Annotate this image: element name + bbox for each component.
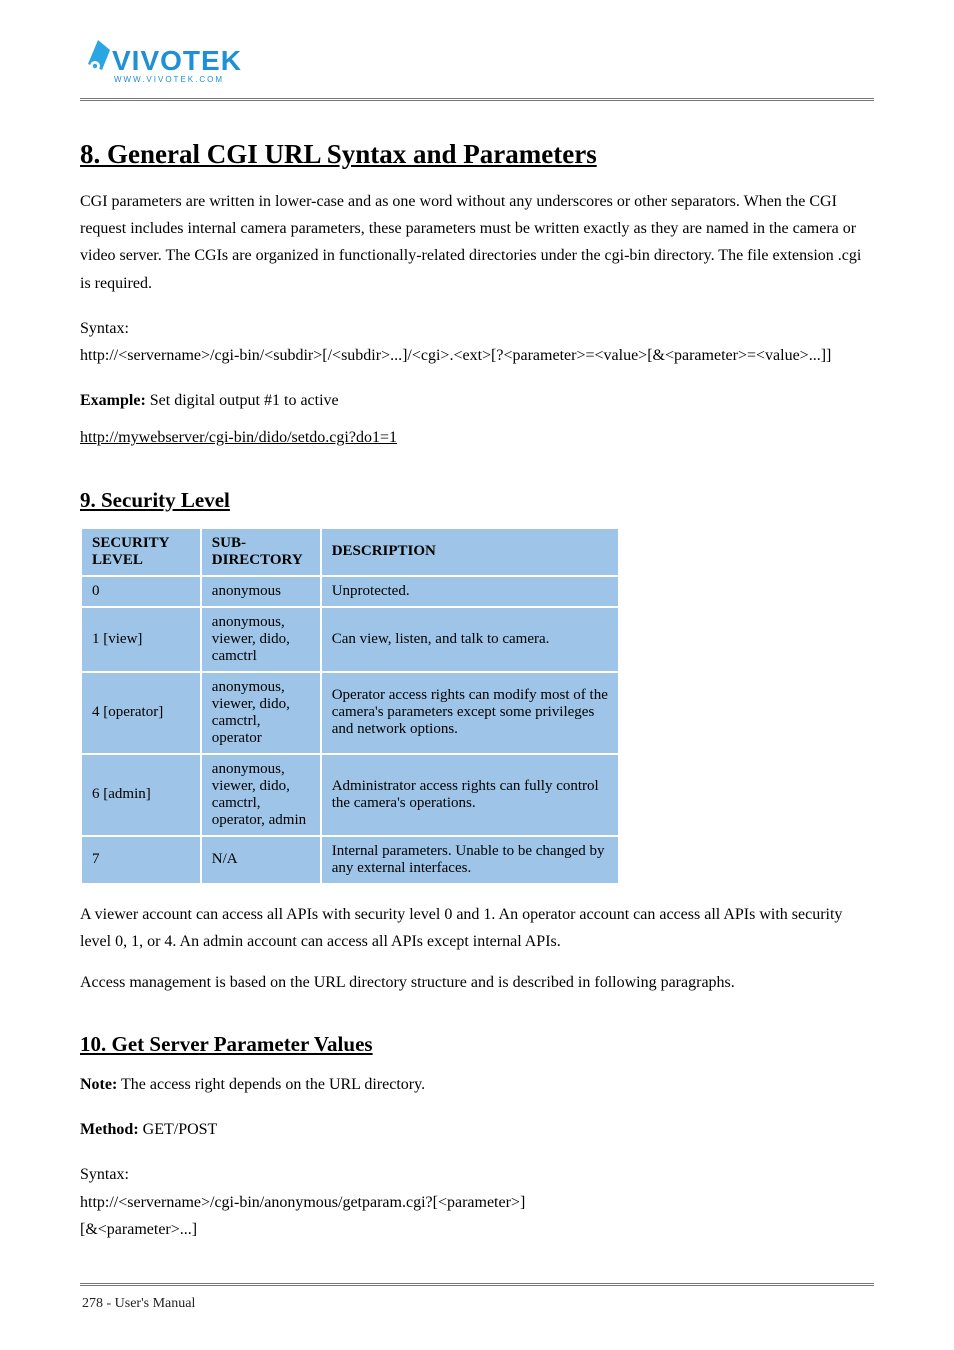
table-cell: 0: [81, 576, 201, 607]
table-cell: anonymous, viewer, dido, camctrl: [201, 607, 321, 672]
method-text: GET/POST: [139, 1121, 218, 1138]
method-line: Method: GET/POST: [80, 1116, 874, 1143]
table-cell: anonymous, viewer, dido, camctrl, operat…: [201, 672, 321, 754]
table-cell: 1 [view]: [81, 607, 201, 672]
note-label: Note:: [80, 1076, 117, 1093]
note-text: The access right depends on the URL dire…: [117, 1076, 425, 1093]
security-table: SECURITY LEVEL SUB-DIRECTORY DESCRIPTION…: [80, 527, 874, 885]
method-label: Method:: [80, 1121, 139, 1138]
syntax-text: http://<servername>/cgi-bin/<subdir>[/<s…: [80, 342, 874, 369]
footer-left: 278 - User's Manual: [82, 1296, 195, 1312]
table-cell: Internal parameters. Unable to be change…: [321, 836, 619, 884]
example-line: Example: Set digital output #1 to active: [80, 387, 874, 414]
example-link[interactable]: http://mywebserver/cgi-bin/dido/setdo.cg…: [80, 429, 397, 446]
th-sub-directory: SUB-DIRECTORY: [201, 528, 321, 576]
example-url: http://mywebserver/cgi-bin/dido/setdo.cg…: [80, 424, 874, 451]
syntax2a: http://<servername>/cgi-bin/anonymous/ge…: [80, 1189, 874, 1216]
example-label: Example:: [80, 392, 146, 409]
syntax-label: Syntax:: [80, 315, 874, 342]
table-header-row: SECURITY LEVEL SUB-DIRECTORY DESCRIPTION: [81, 528, 619, 576]
table-row: 6 [admin]anonymous, viewer, dido, camctr…: [81, 754, 619, 836]
syntax2-label: Syntax:: [80, 1161, 874, 1188]
syntax2b: [&<parameter>...]: [80, 1216, 874, 1243]
table-cell: Unprotected.: [321, 576, 619, 607]
page-footer: 278 - User's Manual: [80, 1296, 874, 1312]
th-description: DESCRIPTION: [321, 528, 619, 576]
th-security-level: SECURITY LEVEL: [81, 528, 201, 576]
table-cell: Administrator access rights can fully co…: [321, 754, 619, 836]
access-note: Access management is based on the URL di…: [80, 969, 874, 996]
table-cell: N/A: [201, 836, 321, 884]
table-cell: anonymous: [201, 576, 321, 607]
h2-get-server-params: 10. Get Server Parameter Values: [80, 1032, 874, 1057]
h1-cgi-syntax: 8. General CGI URL Syntax and Parameters: [80, 139, 874, 170]
intro-paragraph: CGI parameters are written in lower-case…: [80, 188, 874, 297]
table-cell: 7: [81, 836, 201, 884]
example-desc: Set digital output #1 to active: [150, 392, 339, 409]
table-cell: Can view, listen, and talk to camera.: [321, 607, 619, 672]
table-row: 4 [operator]anonymous, viewer, dido, cam…: [81, 672, 619, 754]
footer-rule: [80, 1283, 874, 1286]
table-row: 0anonymousUnprotected.: [81, 576, 619, 607]
vivotek-logo: VIVOTEK WWW.VIVOTEK.COM: [80, 30, 300, 90]
svg-text:WWW.VIVOTEK.COM: WWW.VIVOTEK.COM: [114, 75, 224, 84]
h2-security-level: 9. Security Level: [80, 488, 874, 513]
table-cell: 6 [admin]: [81, 754, 201, 836]
note-line: Note: The access right depends on the UR…: [80, 1071, 874, 1098]
table-note: A viewer account can access all APIs wit…: [80, 901, 874, 955]
table-cell: 4 [operator]: [81, 672, 201, 754]
table-row: 1 [view]anonymous, viewer, dido, camctrl…: [81, 607, 619, 672]
logo: VIVOTEK WWW.VIVOTEK.COM: [80, 30, 874, 90]
table-cell: Operator access rights can modify most o…: [321, 672, 619, 754]
table-row: 7N/AInternal parameters. Unable to be ch…: [81, 836, 619, 884]
svg-text:VIVOTEK: VIVOTEK: [112, 45, 242, 76]
table-cell: anonymous, viewer, dido, camctrl, operat…: [201, 754, 321, 836]
header-rule: [80, 98, 874, 101]
